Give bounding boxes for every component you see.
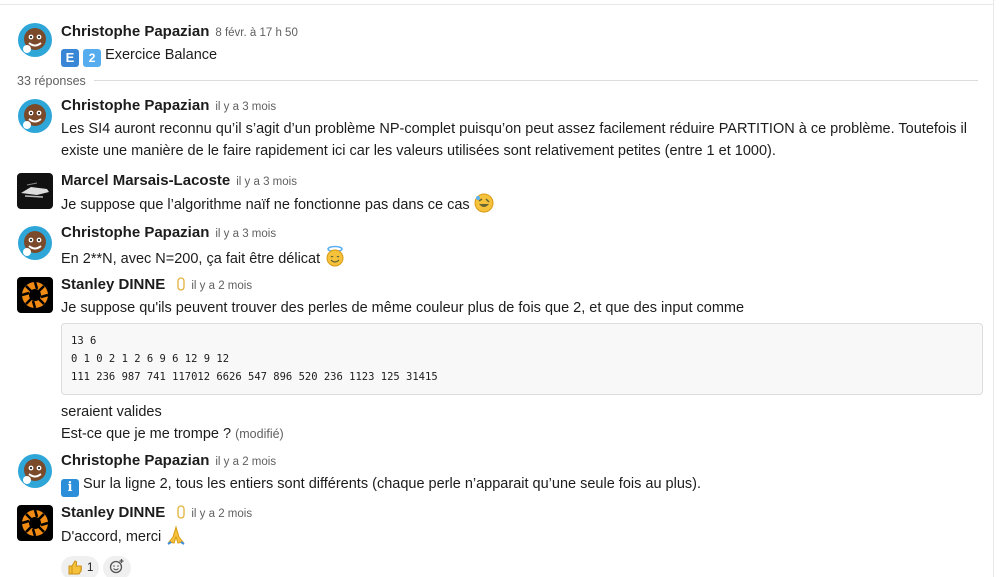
message[interactable]: Christophe Papazian il y a 2 mois i Sur l… <box>17 451 987 497</box>
timestamp[interactable]: 8 févr. à 17 h 50 <box>215 27 297 39</box>
message-text: D'accord, merci <box>61 529 162 545</box>
message[interactable]: Christophe Papazian il y a 3 mois En 2**N… <box>17 223 987 269</box>
message-text: Je suppose que l’algorithme naïf ne fonc… <box>61 197 470 213</box>
timestamp[interactable]: il y a 3 mois <box>236 176 297 188</box>
timestamp[interactable]: il y a 3 mois <box>215 228 276 240</box>
replies-divider: 33 réponses <box>17 72 978 88</box>
status-emoji-icon[interactable] <box>177 277 186 297</box>
author-name[interactable]: Christophe Papazian <box>61 224 209 241</box>
author-name[interactable]: Christophe Papazian <box>61 452 209 469</box>
message[interactable]: Stanley DINNE il y a 2 mois D'accord, me… <box>17 503 987 577</box>
rofl-emoji-icon <box>474 193 494 220</box>
timestamp[interactable]: il y a 2 mois <box>191 508 252 520</box>
letter-e-emoji-icon: E <box>61 49 79 67</box>
message[interactable]: Marcel Marsais-Lacoste il y a 3 mois Je s… <box>17 171 987 217</box>
message-text-line: existe une manière de le faire rapidemen… <box>61 143 776 159</box>
avatar-christophe[interactable] <box>17 22 53 58</box>
add-reaction-icon <box>109 558 125 577</box>
code-line: 0 1 0 2 1 2 6 9 6 12 9 12 <box>71 353 230 365</box>
status-emoji-icon[interactable] <box>177 505 186 525</box>
information-emoji-icon: i <box>61 479 79 497</box>
code-line: 111 236 987 741 117012 6626 547 896 520 … <box>71 371 438 383</box>
avatar-marcel[interactable] <box>17 173 53 209</box>
message-text: Exercice Balance <box>105 47 218 63</box>
reaction-thumbs-up[interactable]: 1 <box>61 556 100 577</box>
author-name[interactable]: Christophe Papazian <box>61 23 209 40</box>
author-name[interactable]: Stanley DINNE <box>61 504 165 521</box>
avatar-christophe[interactable] <box>17 98 53 134</box>
timestamp[interactable]: il y a 3 mois <box>215 101 276 113</box>
message-text: Est-ce que je me trompe ? <box>61 426 232 442</box>
innocent-emoji-icon <box>324 245 346 274</box>
add-reaction-button[interactable] <box>103 556 132 577</box>
edited-label: (modifié) <box>235 427 284 441</box>
avatar-christophe[interactable] <box>17 453 53 489</box>
thumbs-up-icon <box>67 559 83 577</box>
code-block: 13 6 0 1 0 2 1 2 6 9 6 12 9 12 111 236 9… <box>61 323 983 395</box>
message[interactable]: Stanley DINNE il y a 2 mois Je suppose q… <box>17 275 987 445</box>
code-line: 13 6 <box>71 335 97 347</box>
message-text: Je suppose qu'ils peuvent trouver des pe… <box>61 300 745 316</box>
avatar-stanley[interactable] <box>17 505 53 541</box>
replies-count: 33 réponses <box>17 74 94 88</box>
avatar-stanley[interactable] <box>17 277 53 313</box>
reaction-count: 1 <box>87 562 94 574</box>
message-text: En 2**N, avec N=200, ça fait être délica… <box>61 251 321 267</box>
top-divider <box>0 0 993 5</box>
reactions-bar: 1 <box>61 556 987 577</box>
timestamp[interactable]: il y a 2 mois <box>191 280 252 292</box>
author-name[interactable]: Stanley DINNE <box>61 276 165 293</box>
pray-emoji-icon <box>165 525 187 552</box>
message[interactable]: Christophe Papazian il y a 3 mois Les SI4… <box>17 96 987 166</box>
message-text: Sur la ligne 2, tous les entiers sont di… <box>83 476 702 492</box>
author-name[interactable]: Marcel Marsais-Lacoste <box>61 172 230 189</box>
timestamp[interactable]: il y a 2 mois <box>215 456 276 468</box>
message-text: seraient valides <box>61 404 162 420</box>
number-2-emoji-icon: 2 <box>83 49 102 67</box>
message-text-line: Les SI4 auront reconnu qu’il s’agit d’un… <box>61 121 967 137</box>
author-name[interactable]: Christophe Papazian <box>61 97 209 114</box>
avatar-christophe[interactable] <box>17 225 53 261</box>
parent-message[interactable]: Christophe Papazian 8 févr. à 17 h 50 E 2… <box>17 20 987 67</box>
right-scroll-edge <box>993 0 994 577</box>
